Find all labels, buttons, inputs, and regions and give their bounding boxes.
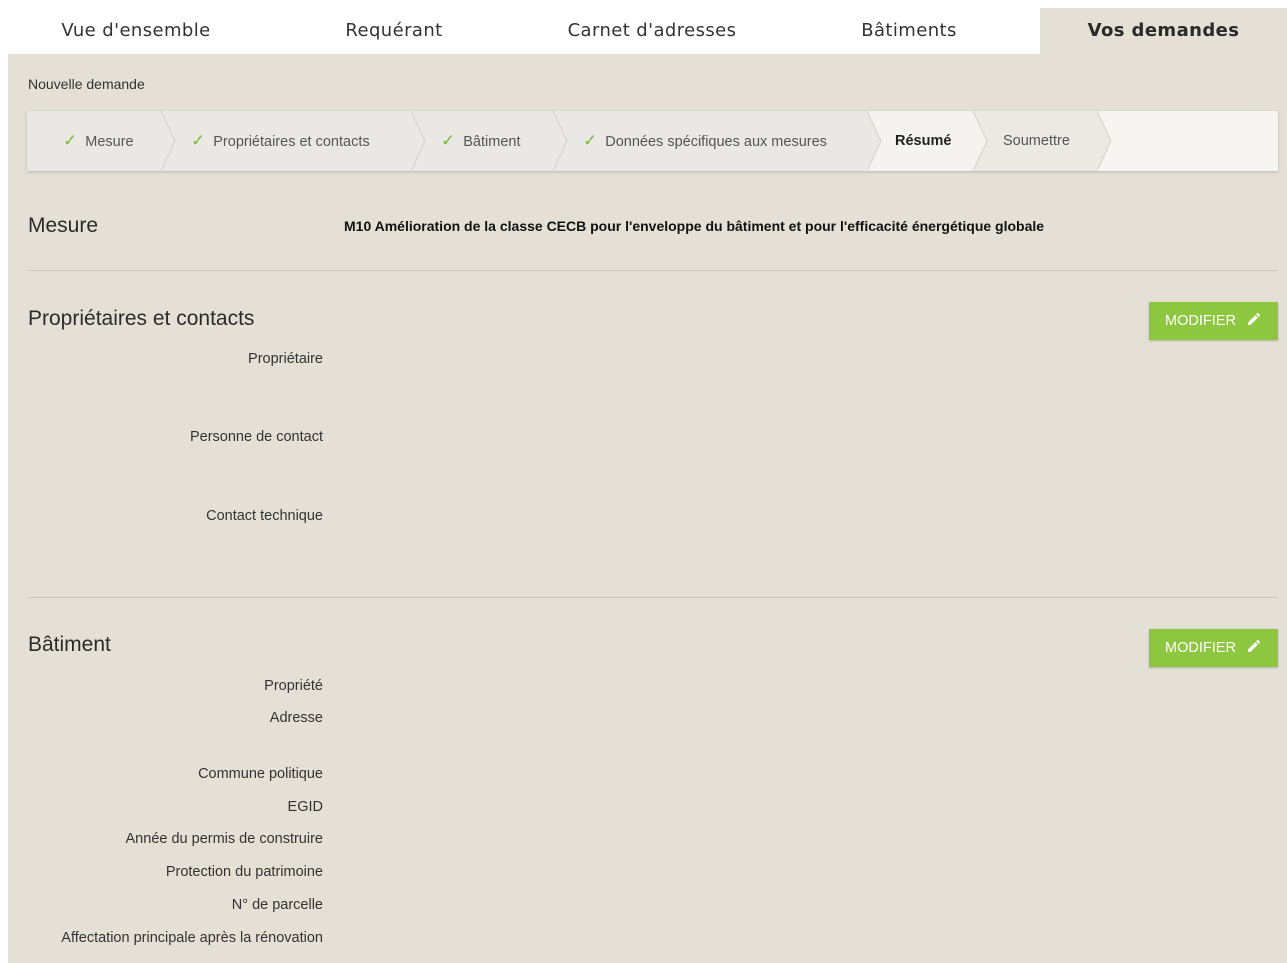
- label-proprietaire: Propriétaire: [248, 351, 323, 367]
- step-batiment[interactable]: ✓ Bâtiment: [411, 111, 553, 171]
- mesure-value: M10 Amélioration de la classe CECB pour …: [344, 218, 1045, 234]
- button-label: MODIFIER: [1165, 313, 1236, 329]
- section-title-batiment: Bâtiment: [28, 633, 111, 656]
- step-label: Propriétaires et contacts: [213, 134, 370, 150]
- modify-batiment-button[interactable]: MODIFIER: [1149, 629, 1278, 667]
- step-donnees-specifiques[interactable]: ✓ Données spécifiques aux mesures: [553, 111, 867, 171]
- tab-vue-ensemble[interactable]: Vue d'ensemble: [8, 8, 264, 54]
- tab-carnet-adresses[interactable]: Carnet d'adresses: [524, 8, 780, 54]
- pencil-icon: [1247, 312, 1260, 325]
- divider: [28, 597, 1278, 598]
- label-personne-contact: Personne de contact: [189, 429, 323, 445]
- label-numero-parcelle: N° de parcelle: [231, 897, 323, 913]
- section-title-proprietaires: Propriétaires et contacts: [28, 307, 255, 330]
- pencil-icon: [1247, 639, 1260, 652]
- button-label: MODIFIER: [1165, 640, 1236, 656]
- step-label: Mesure: [85, 134, 134, 150]
- label-annee-permis: Année du permis de construire: [125, 831, 323, 847]
- chevron-separator: [867, 111, 882, 171]
- page-subtitle: Nouvelle demande: [28, 76, 145, 92]
- main-panel: Nouvelle demande ✓ Mesure ✓ Propriétaires …: [8, 54, 1287, 963]
- step-label: Bâtiment: [463, 134, 521, 150]
- step-label: Données spécifiques aux mesures: [605, 134, 827, 150]
- step-mesure[interactable]: ✓ Mesure: [27, 111, 161, 171]
- check-icon: ✓: [583, 131, 598, 150]
- label-contact-technique: Contact technique: [206, 508, 323, 524]
- modify-proprietaires-button[interactable]: MODIFIER: [1149, 302, 1278, 340]
- chevron-separator: [161, 111, 176, 171]
- divider: [28, 270, 1278, 271]
- label-affectation-principale: Affectation principale après la rénovati…: [61, 930, 323, 946]
- label-adresse: Adresse: [269, 710, 323, 726]
- chevron-separator: [411, 111, 426, 171]
- tab-requerant[interactable]: Requérant: [264, 8, 524, 54]
- label-propriete: Propriété: [264, 678, 323, 694]
- check-icon: ✓: [191, 131, 206, 150]
- check-icon: ✓: [441, 131, 456, 150]
- label-egid: EGID: [287, 799, 323, 815]
- check-icon: ✓: [63, 131, 78, 150]
- section-title-mesure: Mesure: [28, 214, 99, 237]
- label-protection-patrimoine: Protection du patrimoine: [165, 864, 323, 880]
- step-soumettre[interactable]: Soumettre: [973, 111, 1097, 171]
- chevron-separator: [553, 111, 568, 171]
- label-commune-politique: Commune politique: [198, 766, 323, 782]
- tab-batiments[interactable]: Bâtiments: [780, 8, 1038, 54]
- wizard-stepper: ✓ Mesure ✓ Propriétaires et contacts ✓ Bâti…: [27, 111, 1278, 171]
- chevron-separator: [973, 111, 988, 171]
- step-proprietaires[interactable]: ✓ Propriétaires et contacts: [161, 111, 411, 171]
- tab-vos-demandes[interactable]: Vos demandes: [1040, 8, 1287, 54]
- top-navigation: Vue d'ensemble Requérant Carnet d'adress…: [8, 0, 1287, 62]
- chevron-separator: [1097, 111, 1112, 171]
